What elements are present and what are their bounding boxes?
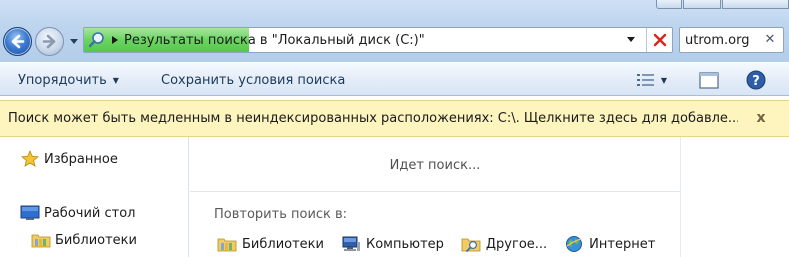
help-icon: ? <box>746 70 766 90</box>
libraries-icon <box>31 231 51 249</box>
stop-search-button[interactable] <box>646 28 672 52</box>
nav-item-desktop[interactable]: Рабочий стол <box>20 204 135 222</box>
arrow-right-icon <box>42 34 56 49</box>
preview-pane-button[interactable] <box>698 63 720 97</box>
repeat-search-custom[interactable]: Другое... <box>461 235 547 253</box>
info-bar-close-icon[interactable]: x <box>753 110 769 126</box>
custom-folder-icon <box>461 235 481 253</box>
search-results-icon <box>86 28 108 52</box>
window-edge-right <box>722 0 789 9</box>
preview-pane-icon <box>699 71 719 89</box>
nav-item-libraries[interactable]: Библиотеки <box>31 231 137 249</box>
breadcrumb-separator-icon[interactable] <box>108 28 122 52</box>
divider <box>190 191 680 192</box>
nav-item-label: Рабочий стол <box>44 205 136 221</box>
repeat-search-computer[interactable]: Компьютер <box>341 235 444 253</box>
results-area: Идет поиск... Повторить поиск в: Библиот… <box>190 137 680 257</box>
change-view-button[interactable]: ▼ <box>630 63 674 97</box>
save-search-label: Сохранить условия поиска <box>161 72 346 88</box>
info-bar-message[interactable]: Поиск может быть медленным в неиндексиро… <box>8 111 738 126</box>
window-edge-left <box>656 0 682 9</box>
clear-search-icon[interactable]: ✕ <box>763 32 777 48</box>
close-icon <box>653 33 666 47</box>
chevron-down-icon <box>627 37 635 42</box>
save-search-button[interactable]: Сохранить условия поиска <box>161 63 345 97</box>
location-label: Другое... <box>485 236 548 252</box>
help-button[interactable]: ? <box>745 63 767 97</box>
view-list-icon <box>636 74 654 86</box>
repeat-search-locations: Библиотеки Компьютер Другое... Интернет <box>217 235 672 253</box>
arrow-left-icon <box>11 34 25 49</box>
repeat-search-label: Повторить поиск в: <box>214 207 348 222</box>
address-history-dropdown[interactable] <box>624 28 638 52</box>
forward-button[interactable] <box>35 27 64 56</box>
internet-icon <box>564 235 584 253</box>
organize-button[interactable]: Упорядочить ▼ <box>18 63 119 97</box>
desktop-icon <box>20 204 40 222</box>
nav-item-favorites[interactable]: Избранное <box>20 150 118 168</box>
location-label: Библиотеки <box>242 236 324 252</box>
details-strip <box>680 137 789 257</box>
chevron-down-icon: ▼ <box>660 75 668 85</box>
location-label: Интернет <box>589 236 656 252</box>
svg-text:?: ? <box>752 74 760 89</box>
address-path-text: Результаты поиска в "Локальный диск (C:)… <box>124 32 425 48</box>
libraries-icon <box>217 235 237 253</box>
title-bar: Результаты поиска в "Локальный диск (C:)… <box>0 0 789 62</box>
back-button[interactable] <box>3 27 32 56</box>
star-icon <box>20 150 40 168</box>
search-status: Идет поиск... <box>389 158 481 173</box>
search-box[interactable]: ✕ <box>679 27 784 53</box>
nav-item-label: Избранное <box>44 151 118 167</box>
location-label: Компьютер <box>365 236 444 252</box>
recent-pages-dropdown[interactable] <box>68 36 80 48</box>
info-bar[interactable]: Поиск может быть медленным в неиндексиро… <box>0 100 789 137</box>
navigation-pane: Избранное Рабочий стол Библиотеки <box>0 137 189 257</box>
address-bar[interactable]: Результаты поиска в "Локальный диск (C:)… <box>83 27 673 53</box>
nav-item-label: Библиотеки <box>55 232 137 248</box>
search-input[interactable] <box>685 32 765 48</box>
repeat-search-libraries[interactable]: Библиотеки <box>217 235 324 253</box>
repeat-search-internet[interactable]: Интернет <box>564 235 655 253</box>
chevron-down-icon <box>70 39 78 44</box>
command-bar: Упорядочить ▼ Сохранить условия поиска ▼… <box>0 62 789 96</box>
organize-label: Упорядочить <box>18 72 107 88</box>
chevron-down-icon: ▼ <box>112 75 119 85</box>
computer-icon <box>341 235 361 253</box>
window-edge-middle <box>683 0 721 9</box>
